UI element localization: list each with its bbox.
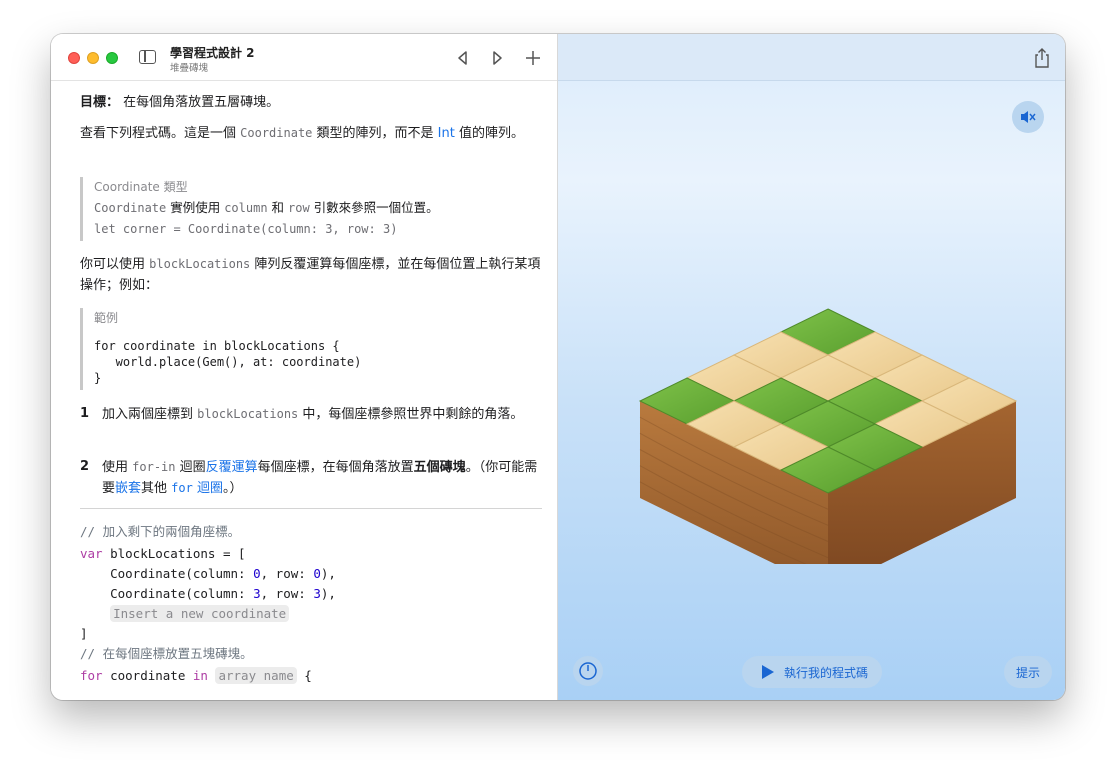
world-tiles (638, 308, 1018, 564)
plus-icon[interactable] (523, 48, 543, 68)
editor-pane: 學習程式設計 2 堆疊磚塊 目標： 在每個角落放置五層磚塊。 查看下列程式碼。這… (51, 34, 557, 700)
run-my-code-button[interactable]: 執行我的程式碼 (742, 656, 882, 688)
callout-text: 引數來參照一個位置。 (309, 200, 439, 215)
code-text: ), (320, 566, 336, 581)
int-link[interactable]: Int (438, 126, 455, 141)
callout-title: Coordinate 類型 (94, 180, 188, 194)
step-text-part: 其他 (141, 481, 172, 496)
intro-text: 值的陣列。 (454, 126, 524, 141)
intro-text: 查看下列程式碼。這是一個 (80, 126, 241, 141)
code-text: blockLocations = [ (102, 546, 246, 561)
code-line-8: for coordinate in array name { (80, 666, 312, 686)
example-callout: 範例 for coordinate in blockLocations { wo… (80, 308, 542, 390)
puzzle-world-view[interactable] (618, 264, 1018, 564)
example-code: for coordinate in blockLocations { world… (94, 339, 362, 385)
speaker-muted-icon[interactable] (1012, 101, 1044, 133)
callout-code: column (224, 201, 268, 215)
code-text: ] (80, 626, 88, 641)
code-line-1: // 加入剩下的兩個角座標。 (80, 522, 240, 542)
code-line-3: Coordinate(column: 0, row: 0), (80, 564, 336, 584)
app-window: 學習程式設計 2 堆疊磚塊 目標： 在每個角落放置五層磚塊。 查看下列程式碼。這… (51, 34, 1065, 700)
hint-button-label: 提示 (1015, 666, 1040, 680)
goal-paragraph: 目標： 在每個角落放置五層磚塊。 (80, 92, 542, 113)
code-comment: // 加入剩下的兩個角座標。 (80, 524, 241, 539)
code-text: coordinate (102, 668, 193, 683)
close-window-button[interactable] (68, 52, 80, 64)
zoom-window-button[interactable] (106, 52, 118, 64)
code-number: 0 (253, 566, 261, 581)
step-text-part: 每個座標，在每個角落放置 (257, 460, 414, 475)
intro-text: 類型的陣列，而不是 (312, 126, 438, 141)
run-button-label: 執行我的程式碼 (784, 666, 869, 680)
code-text: { (296, 668, 312, 683)
code-text: Coordinate(column: (80, 586, 254, 601)
iterate-paragraph: 你可以使用 blockLocations 陣列反覆運算每個座標，並在每個位置上執… (80, 254, 542, 296)
minimize-window-button[interactable] (87, 52, 99, 64)
callout-text: 實例使用 (166, 200, 225, 215)
for-code-link[interactable]: for (171, 481, 193, 495)
share-icon[interactable] (1032, 47, 1052, 69)
code-number: 0 (313, 566, 321, 581)
coordinate-type-callout: Coordinate 類型 Coordinate 實例使用 column 和 r… (80, 177, 542, 241)
step-text-part: 。） (223, 481, 243, 496)
callout-title: 範例 (94, 311, 119, 325)
iterate-link[interactable]: 反覆運算 (206, 460, 258, 475)
hint-button[interactable]: 提示 (1004, 656, 1052, 688)
step-2-text: 使用 for-in 迴圈反覆運算每個座標，在每個角落放置五個磚塊。（你可能需要嵌… (102, 457, 546, 499)
coordinate-type-code: Coordinate (240, 126, 313, 140)
iterate-text: 你可以使用 (80, 257, 150, 272)
callout-description: Coordinate 實例使用 column 和 row 引數來參照一個位置。 (94, 197, 542, 219)
keyword-for: for (80, 668, 103, 683)
code-comment: // 在每個座標放置五塊磚塊。 (80, 646, 253, 661)
step-number: 1 (80, 406, 90, 421)
speed-gauge-icon[interactable] (573, 656, 603, 686)
nest-link[interactable]: 嵌套 (115, 481, 141, 496)
block-locations-code: blockLocations (149, 257, 251, 271)
code-text: , row: (260, 586, 314, 601)
step-1-text: 加入兩個座標到 blockLocations 中，每個座標參照世界中剩餘的角落。 (102, 404, 546, 425)
chevron-left-icon[interactable] (453, 48, 473, 68)
step-bold-text: 五個磚塊 (413, 460, 466, 475)
goal-text: 在每個角落放置五層磚塊。 (123, 95, 280, 110)
step-text-part: 中，每個座標參照世界中剩餘的角落。 (298, 407, 524, 422)
divider (80, 508, 542, 509)
title-bar: 學習程式設計 2 堆疊磚塊 (51, 34, 557, 81)
step-code: for-in (132, 460, 176, 474)
code-line-7: // 在每個座標放置五塊磚塊。 (80, 644, 253, 664)
keyword-in: in (192, 668, 208, 683)
intro-paragraph: 查看下列程式碼。這是一個 Coordinate 類型的陣列，而不是 Int 值的… (80, 123, 542, 144)
chevron-right-icon[interactable] (487, 48, 507, 68)
keyword-var: var (80, 546, 103, 561)
step-text-part: 使用 (102, 460, 133, 475)
code-text: Coordinate(column: (80, 566, 254, 581)
play-icon (762, 665, 774, 679)
code-line-2: var blockLocations = [ (80, 544, 246, 564)
callout-text: 和 (267, 200, 289, 215)
window-subtitle: 堆疊磚塊 (170, 63, 209, 74)
step-number: 2 (80, 459, 90, 474)
step-code: blockLocations (197, 407, 299, 421)
code-number: 3 (253, 586, 261, 601)
step-text-part: 迴圈 (175, 460, 206, 475)
code-line-4: Coordinate(column: 3, row: 3), (80, 584, 336, 604)
step-text-part: 加入兩個座標到 (102, 407, 198, 422)
live-view-pane: 執行我的程式碼 提示 (558, 34, 1065, 700)
code-line-6: ] (80, 624, 88, 644)
insert-coordinate-placeholder[interactable]: Insert a new coordinate (110, 605, 290, 622)
code-number: 3 (313, 586, 321, 601)
code-text: , row: (260, 566, 314, 581)
goal-label: 目標： (80, 95, 120, 110)
sidebar-icon[interactable] (139, 50, 156, 64)
live-view-toolbar (558, 34, 1065, 81)
array-name-placeholder[interactable]: array name (215, 667, 297, 684)
callout-code-line: let corner = Coordinate(column: 3, row: … (94, 222, 398, 236)
instructions-content: 目標： 在每個角落放置五層磚塊。 查看下列程式碼。這是一個 Coordinate… (51, 82, 557, 700)
loop-link[interactable]: 迴圈 (197, 481, 223, 496)
code-text: ), (320, 586, 336, 601)
window-title: 學習程式設計 2 (170, 46, 255, 60)
code-line-5: Insert a new coordinate (80, 604, 290, 624)
callout-code: Coordinate (94, 201, 167, 215)
callout-code: row (288, 201, 310, 215)
